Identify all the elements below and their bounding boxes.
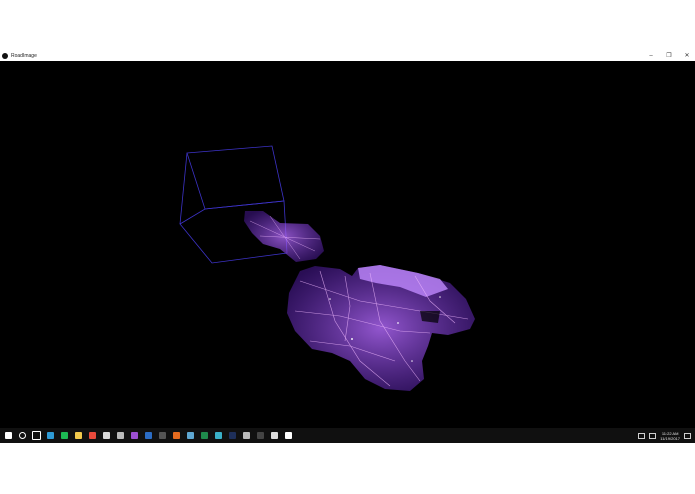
maximize-button[interactable]: ❐ — [665, 50, 673, 61]
spotify-icon[interactable] — [59, 430, 70, 441]
search-icon[interactable] — [17, 430, 28, 441]
photos-icon[interactable] — [185, 430, 196, 441]
windows-taskbar: 11:22 AM 11/19/2017 — [0, 428, 695, 443]
settings-icon-glyph — [243, 432, 250, 439]
printer-icon-glyph — [271, 432, 278, 439]
globe-icon-glyph — [47, 432, 54, 439]
cube-icon-glyph — [215, 432, 222, 439]
vr-icon[interactable] — [115, 430, 126, 441]
map-region-main — [287, 265, 475, 391]
word-icon[interactable] — [143, 430, 154, 441]
app-circle-icon — [2, 52, 8, 59]
map-region-north — [244, 211, 324, 262]
screen-bottom-margin — [0, 443, 695, 494]
notification-icon[interactable] — [684, 432, 691, 439]
task-view-icon-glyph — [32, 431, 41, 440]
download-icon-glyph — [103, 432, 110, 439]
search-icon-glyph — [19, 432, 26, 439]
onenote-icon-glyph — [131, 432, 138, 439]
excel-icon-glyph — [201, 432, 208, 439]
chrome-icon[interactable] — [87, 430, 98, 441]
tray-network-icon[interactable] — [638, 432, 646, 439]
chrome-icon-glyph — [89, 432, 96, 439]
word-icon-glyph — [145, 432, 152, 439]
photoshop-icon-glyph — [229, 432, 236, 439]
file-explorer-icon[interactable] — [73, 430, 84, 441]
start-icon[interactable] — [3, 430, 14, 441]
system-tray: 11:22 AM 11/19/2017 — [638, 428, 691, 443]
printer-icon[interactable] — [269, 430, 280, 441]
window-title: RoadImage — [11, 52, 37, 59]
3d-map-viewport[interactable] — [0, 61, 695, 428]
file-explorer-icon-glyph — [75, 432, 82, 439]
app-orange-icon[interactable] — [171, 430, 182, 441]
taskbar-clock[interactable]: 11:22 AM 11/19/2017 — [660, 431, 680, 441]
terminal-icon[interactable] — [157, 430, 168, 441]
road-map-render — [179, 145, 475, 391]
terminal-icon-glyph — [159, 432, 166, 439]
photoshop-icon[interactable] — [227, 430, 238, 441]
window-titlebar[interactable]: RoadImage – ❐ ✕ — [0, 50, 695, 61]
app-active-icon-glyph — [285, 432, 292, 439]
minimize-button[interactable]: – — [647, 50, 655, 61]
app-active-icon[interactable] — [283, 430, 294, 441]
onenote-icon[interactable] — [129, 430, 140, 441]
window-controls: – ❐ ✕ — [647, 50, 691, 61]
start-icon-glyph — [5, 432, 12, 439]
settings-icon[interactable] — [241, 430, 252, 441]
app-orange-icon-glyph — [173, 432, 180, 439]
photos-icon-glyph — [187, 432, 194, 439]
screen-top-margin — [0, 0, 695, 50]
app-dark-icon-glyph — [257, 432, 264, 439]
close-button[interactable]: ✕ — [683, 50, 691, 61]
excel-icon[interactable] — [199, 430, 210, 441]
download-icon[interactable] — [101, 430, 112, 441]
spotify-icon-glyph — [61, 432, 68, 439]
task-view-icon[interactable] — [31, 430, 42, 441]
tray-volume-icon[interactable] — [649, 432, 657, 439]
vr-icon-glyph — [117, 432, 124, 439]
globe-icon[interactable] — [45, 430, 56, 441]
cube-icon[interactable] — [213, 430, 224, 441]
app-dark-icon[interactable] — [255, 430, 266, 441]
